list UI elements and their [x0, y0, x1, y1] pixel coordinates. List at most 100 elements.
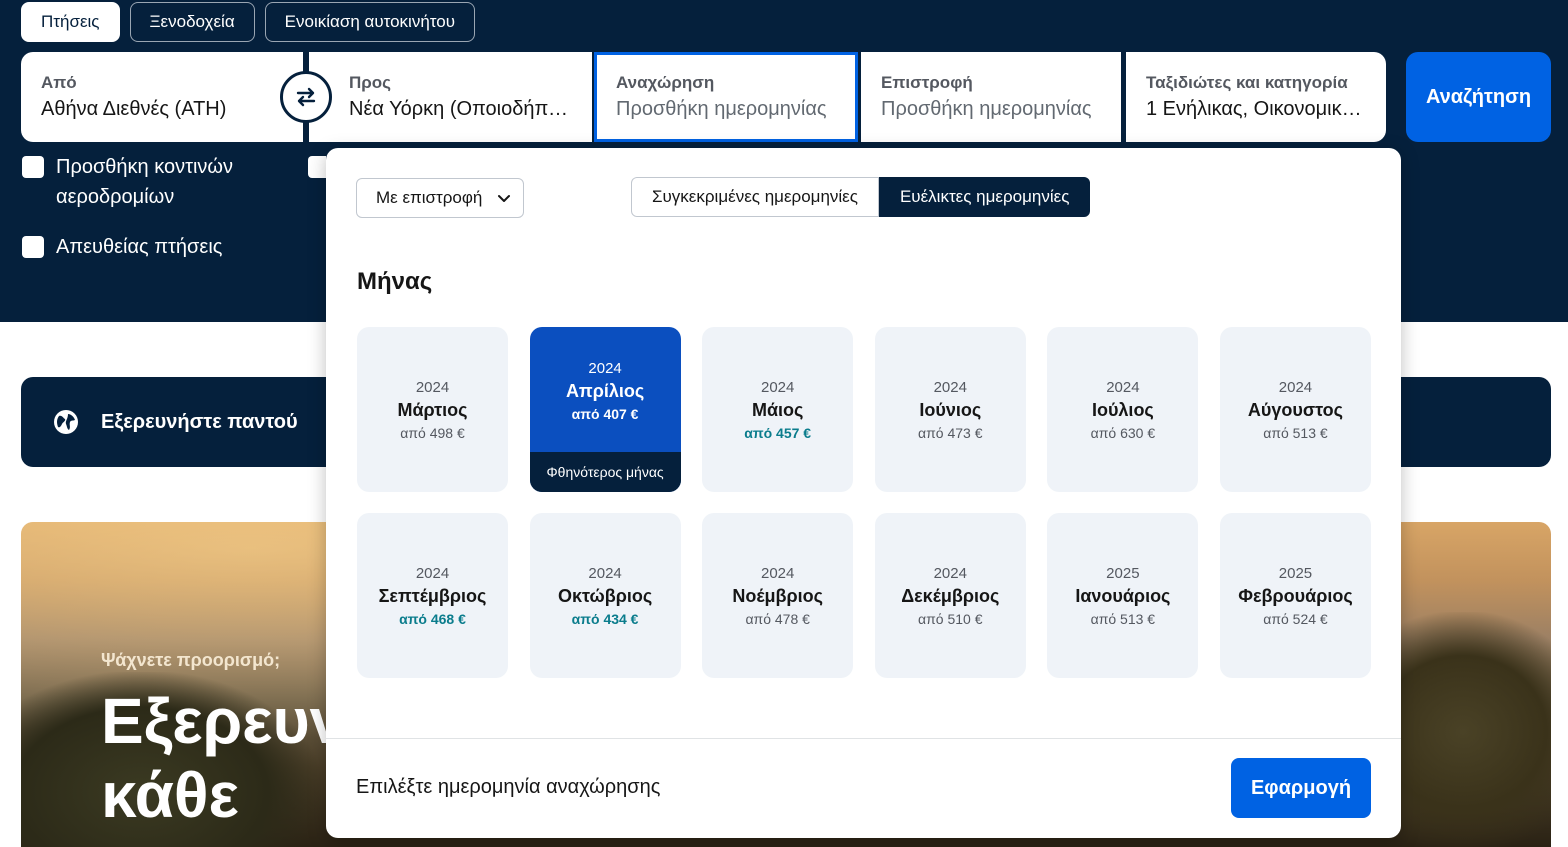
month-name: Σεπτέμβριος [378, 585, 487, 606]
month-price: από 630 € [1090, 424, 1156, 441]
month-name: Ιούλιος [1091, 399, 1154, 420]
to-field[interactable]: Προς Νέα Υόρκη (Οποιοδήποτε) [309, 52, 592, 142]
month-card-content: 2024 Αύγουστος από 513 € [1248, 379, 1343, 441]
month-price: από 513 € [1090, 610, 1156, 627]
month-card[interactable]: 2024 Νοέμβριος από 478 € [702, 513, 854, 678]
swap-arrows-icon [296, 87, 316, 107]
month-card[interactable]: 2025 Ιανουάριος από 513 € [1047, 513, 1199, 678]
month-card[interactable]: 2024 Δεκέμβριος από 510 € [874, 513, 1026, 678]
month-card-content: 2024 Σεπτέμβριος από 468 € [379, 565, 487, 627]
depart-label: Αναχώρηση [616, 73, 715, 92]
month-year: 2024 [588, 359, 622, 377]
direct-flights-checkbox[interactable]: Απευθείας πτήσεις [22, 232, 222, 262]
month-card[interactable]: 2024 Σεπτέμβριος από 468 € [357, 513, 508, 678]
cheapest-month-badge: Φθηνότερος μήνας [529, 452, 681, 492]
tab-flights[interactable]: Πτήσεις [21, 2, 120, 42]
month-price: από 468 € [399, 610, 466, 627]
hero-title: Εξερευν κάθε [101, 684, 345, 832]
trip-type-value: Με επιστροφή [376, 188, 483, 207]
month-card-content: 2024 Ιούλιος από 630 € [1091, 379, 1155, 441]
month-card-content: 2024 Νοέμβριος από 478 € [732, 565, 823, 627]
month-section-title: Μήνας [357, 268, 433, 295]
month-year: 2024 [415, 564, 450, 582]
month-price: από 510 € [918, 610, 983, 627]
from-field[interactable]: Από Αθήνα Διεθνές (ATH) [21, 52, 303, 142]
month-price: από 457 € [744, 424, 812, 441]
month-name: Μάιος [751, 399, 804, 420]
month-card[interactable]: 2024 Μάιος από 457 € [702, 327, 854, 492]
from-label: Από [41, 73, 77, 92]
to-value: Νέα Υόρκη (Οποιοδήποτε) [349, 98, 572, 120]
hero-title-line-1: Εξερευν [101, 685, 346, 757]
date-picker-popup: Με επιστροφή Συγκεκριμένες ημερομηνίες Ε… [326, 148, 1401, 838]
month-name: Νοέμβριος [732, 585, 823, 606]
month-card[interactable]: 2025 Φεβρουάριος από 524 € [1219, 513, 1371, 678]
month-name: Ιανουάριος [1075, 585, 1171, 606]
depart-field[interactable]: Αναχώρηση Προσθήκη ημερομηνίας [594, 52, 858, 142]
tab-flexible-dates[interactable]: Ευέλικτες ημερομηνίες [878, 177, 1091, 217]
footer-hint: Επιλέξτε ημερομηνία αναχώρησης [356, 776, 661, 798]
month-price: από 513 € [1263, 424, 1328, 441]
to-label: Προς [349, 73, 392, 92]
month-year: 2024 [761, 378, 795, 396]
destination-nearby-checkbox[interactable] [308, 156, 326, 178]
month-card[interactable]: 2024 Αύγουστος από 513 € [1219, 327, 1371, 492]
month-price: από 478 € [745, 610, 810, 627]
month-price: από 498 € [400, 424, 465, 441]
travellers-field[interactable]: Ταξιδιώτες και κατηγορία 1 Ενήλικας, Οικ… [1126, 52, 1386, 142]
trip-type-select[interactable]: Με επιστροφή [356, 178, 524, 218]
return-placeholder: Προσθήκη ημερομηνίας [881, 98, 1092, 120]
checkbox-box[interactable] [22, 156, 44, 178]
month-year: 2025 [1106, 564, 1140, 582]
month-name: Απρίλιος [565, 380, 645, 401]
month-card-content: 2024 Μάιος από 457 € [744, 379, 811, 441]
month-grid: 2024 Μάρτιος από 498 € 2024 Απρίλιος από 407 … [357, 327, 1371, 678]
return-label: Επιστροφή [881, 73, 973, 92]
month-year: 2025 [1278, 564, 1313, 582]
month-year: 2024 [933, 564, 967, 582]
footer-divider [326, 738, 1401, 739]
month-card[interactable]: 2024 Ιούλιος από 630 € [1047, 327, 1199, 492]
month-price: από 407 € [571, 405, 639, 422]
month-card-content: 2025 Ιανουάριος από 513 € [1075, 565, 1170, 627]
month-year: 2024 [933, 378, 967, 396]
tab-car-hire[interactable]: Ενοικίαση αυτοκινήτου [264, 2, 476, 42]
tab-specific-dates[interactable]: Συγκεκριμένες ημερομηνίες [631, 177, 879, 217]
month-card[interactable]: 2024 Μάρτιος από 498 € [357, 327, 508, 492]
tab-hotels[interactable]: Ξενοδοχεία [129, 2, 255, 42]
month-year: 2024 [1278, 378, 1313, 396]
month-card[interactable]: 2024 Οκτώβριος από 434 € [529, 513, 681, 678]
direct-flights-label: Απευθείας πτήσεις [56, 236, 223, 258]
month-year: 2024 [1106, 378, 1140, 396]
return-field[interactable]: Επιστροφή Προσθήκη ημερομηνίας [861, 52, 1121, 142]
hero-kicker: Ψάχνετε προορισμό; [101, 650, 281, 670]
month-card-content: 2024 Απρίλιος από 407 € [566, 360, 644, 422]
swap-button[interactable] [280, 71, 332, 123]
month-price: από 473 € [918, 424, 983, 441]
hero-title-line-2: κάθε [101, 759, 239, 831]
month-card-content: 2024 Οκτώβριος από 434 € [558, 565, 652, 627]
month-price: από 434 € [571, 610, 639, 627]
month-name: Δεκέμβριος [901, 585, 1000, 606]
chevron-down-icon [498, 195, 510, 202]
checkbox-box[interactable] [22, 236, 44, 258]
search-button[interactable]: Αναζήτηση [1406, 52, 1551, 142]
month-card[interactable]: 2024 Απρίλιος από 407 € Φθηνότερος μήνας [529, 327, 681, 492]
month-name: Μάρτιος [397, 399, 468, 420]
explore-label: Εξερευνήστε παντού [101, 410, 298, 433]
month-card-content: 2024 Ιούνιος από 473 € [918, 379, 982, 441]
nearby-airports-checkbox[interactable]: Προσθήκη κοντινών αεροδρομίων [22, 152, 282, 212]
month-price: από 524 € [1263, 610, 1328, 627]
month-year: 2024 [588, 564, 622, 582]
month-name: Φεβρουάριος [1238, 585, 1353, 606]
product-tabs: Πτήσεις Ξενοδοχεία Ενοικίαση αυτοκινήτου [21, 2, 476, 42]
month-card[interactable]: 2024 Ιούνιος από 473 € [874, 327, 1026, 492]
apply-button[interactable]: Εφαρμογή [1231, 758, 1371, 818]
travellers-value: 1 Ενήλικας, Οικονομική θέση [1146, 98, 1366, 120]
month-card-content: 2025 Φεβρουάριος από 524 € [1238, 565, 1352, 627]
month-year: 2024 [415, 378, 450, 396]
travellers-label: Ταξιδιώτες και κατηγορία [1146, 73, 1348, 92]
date-mode-toggle: Συγκεκριμένες ημερομηνίες Ευέλικτες ημερ… [631, 177, 1091, 217]
month-name: Ιούνιος [919, 399, 982, 420]
nearby-airports-label: Προσθήκη κοντινών αεροδρομίων [56, 156, 234, 208]
